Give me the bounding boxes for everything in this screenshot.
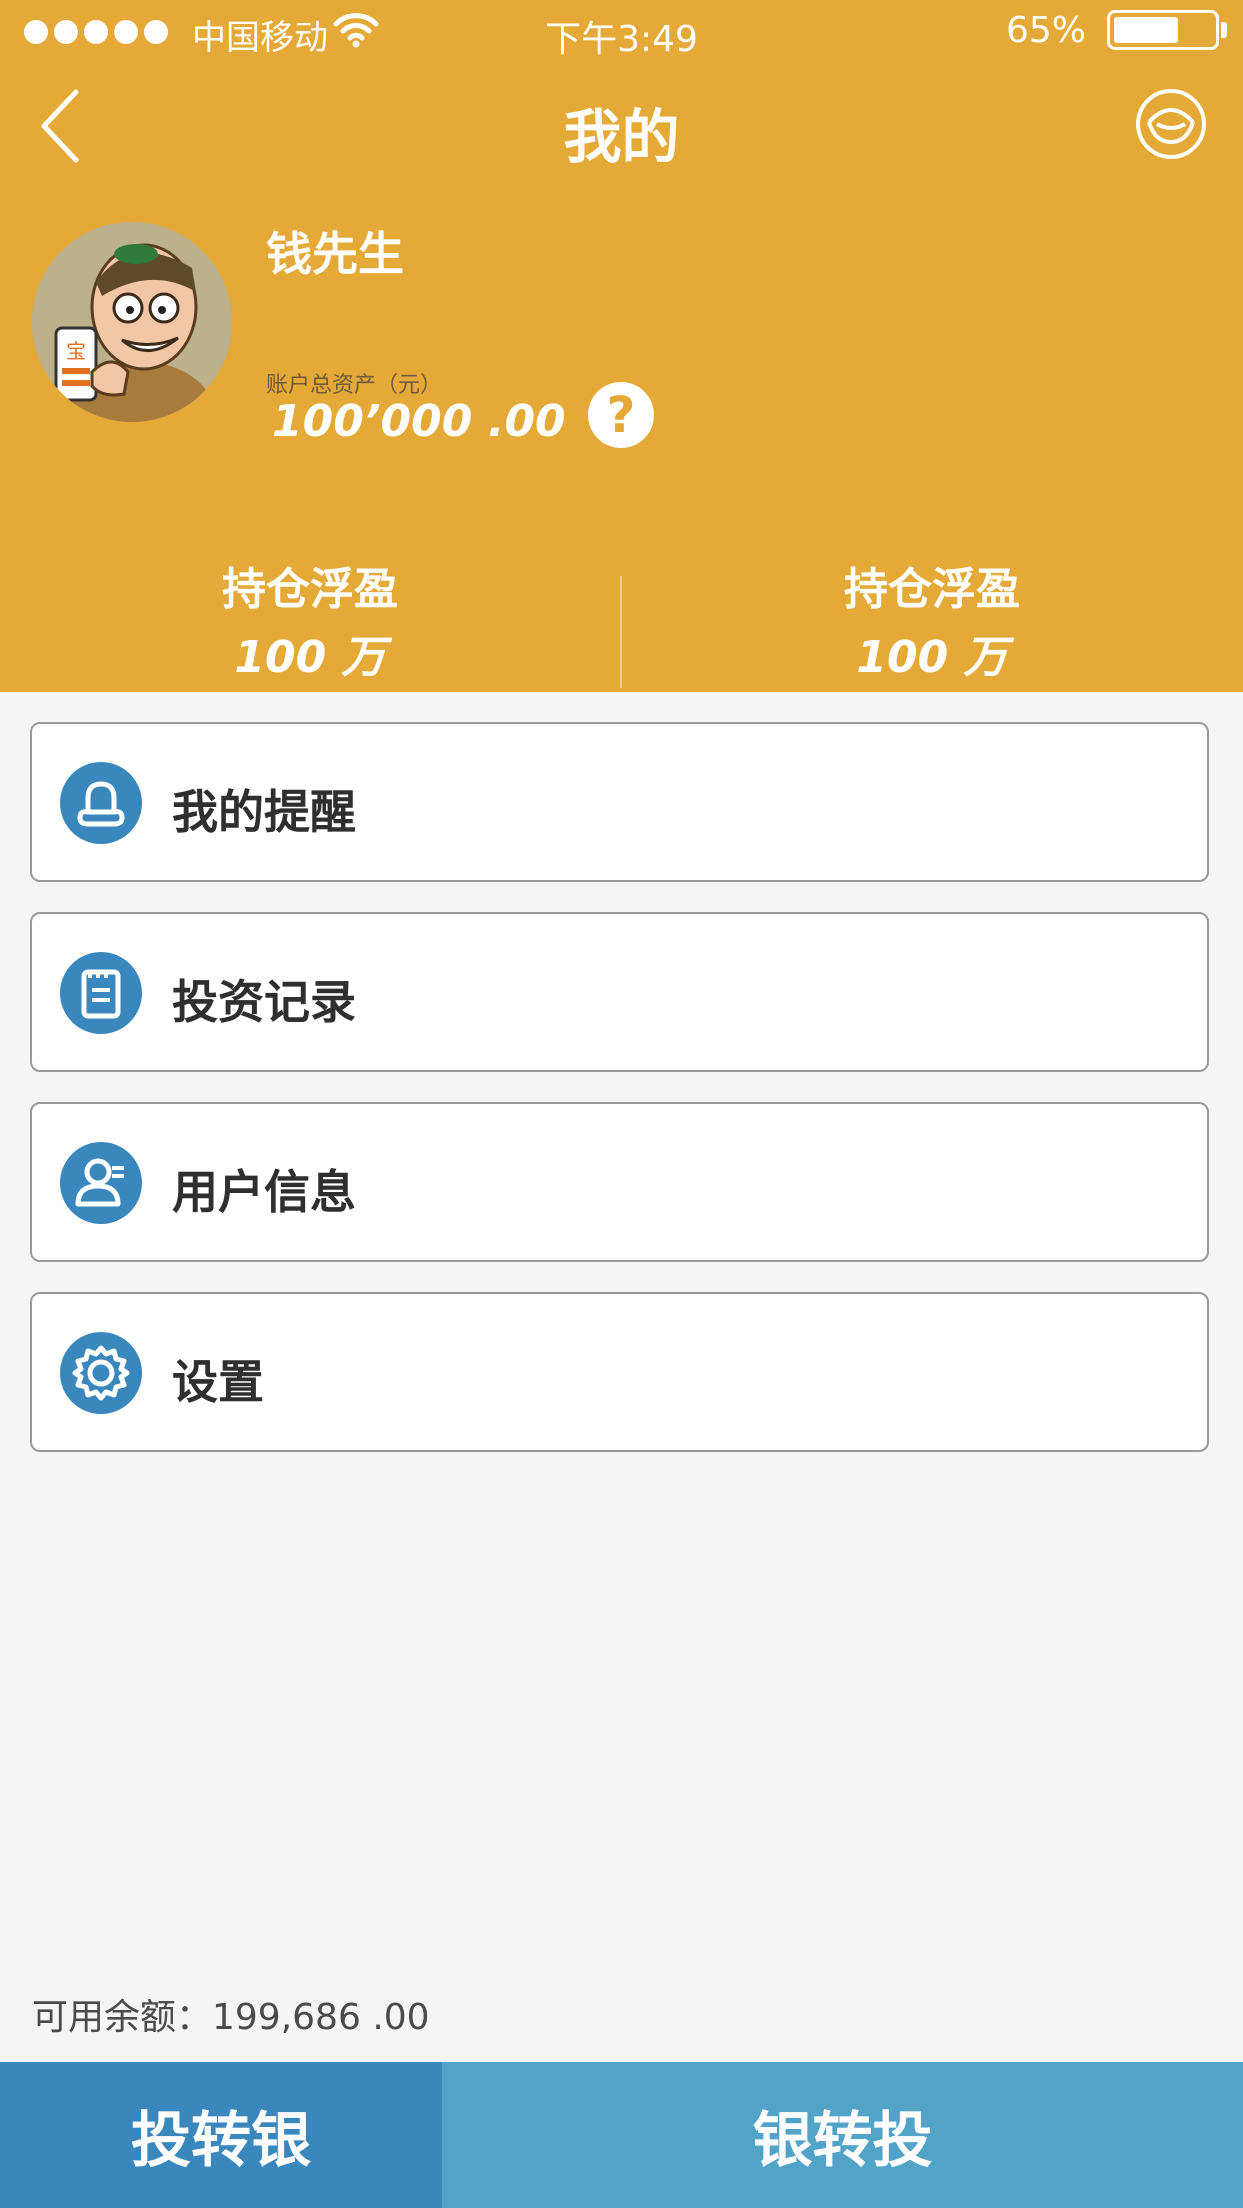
- ingot-icon[interactable]: [1135, 88, 1207, 160]
- bank-to-invest-button[interactable]: 银转投: [442, 2062, 1243, 2208]
- user-name: 钱先生: [266, 227, 404, 281]
- menu-label: 用户信息: [172, 1165, 356, 1219]
- battery-tip: [1221, 22, 1227, 38]
- menu-item-user-info[interactable]: 用户信息: [30, 1102, 1209, 1262]
- invest-to-bank-button[interactable]: 投转银: [0, 2062, 442, 2208]
- record-icon: [60, 952, 142, 1034]
- menu-item-investment-records[interactable]: 投资记录: [30, 912, 1209, 1072]
- help-icon[interactable]: ?: [588, 382, 654, 448]
- user-icon: [60, 1142, 142, 1224]
- stat-label: 持仓浮盈: [222, 564, 398, 615]
- status-bar: 中国移动 下午3:49 65%: [0, 0, 1243, 64]
- menu-item-settings[interactable]: 设置: [30, 1292, 1209, 1452]
- page-title: 我的: [563, 103, 680, 171]
- battery-percent: 65%: [1005, 10, 1086, 51]
- battery-icon: [1107, 10, 1219, 50]
- menu-label: 设置: [172, 1355, 264, 1409]
- bell-icon: [60, 762, 142, 844]
- menu-item-reminders[interactable]: 我的提醒: [30, 722, 1209, 882]
- menu-label: 我的提醒: [172, 785, 356, 839]
- svg-text:宝: 宝: [66, 339, 86, 363]
- menu-label: 投资记录: [172, 975, 356, 1029]
- stat-left: 持仓浮盈 100 万: [0, 553, 620, 685]
- stat-label: 持仓浮盈: [844, 564, 1020, 615]
- stat-right: 持仓浮盈 100 万: [622, 553, 1242, 685]
- profile-header: 中国移动 下午3:49 65% 我的 宝 钱先生 账户总资产（元） 100’00…: [0, 0, 1243, 692]
- total-assets-value: 100’000 .00: [272, 396, 566, 447]
- total-assets-label: 账户总资产（元）: [266, 373, 443, 398]
- stat-value: 100 万: [856, 632, 1008, 683]
- stat-value: 100 万: [234, 632, 386, 683]
- gear-icon: [60, 1332, 142, 1414]
- available-balance: 可用余额：199,686 .00: [32, 1997, 430, 2038]
- avatar[interactable]: 宝: [32, 222, 232, 422]
